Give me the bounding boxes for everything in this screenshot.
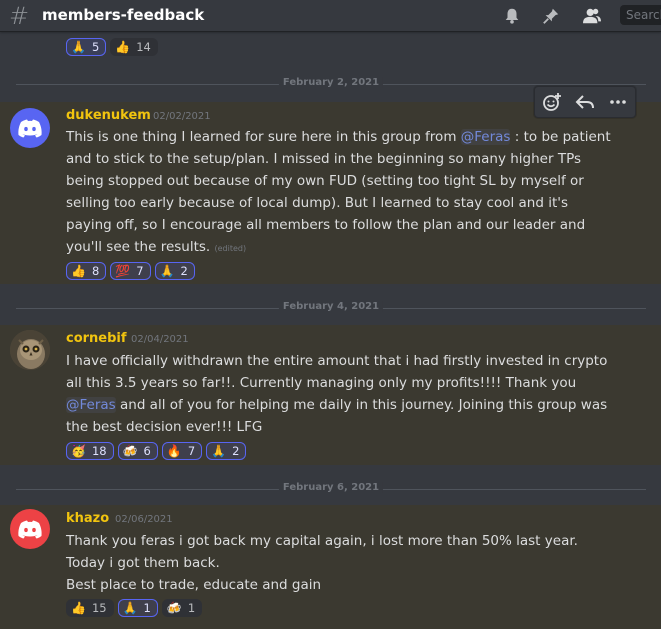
avatar[interactable] <box>10 330 50 370</box>
beers-emoji: 🍻 <box>166 601 182 615</box>
reaction-pray[interactable]: 🙏 5 <box>66 38 107 56</box>
timestamp: 02/02/2021 <box>153 111 211 122</box>
owl-avatar-icon <box>10 330 50 370</box>
reaction-thumbs-up[interactable]: 👍 8 <box>66 262 107 280</box>
message-line: Thank you feras i got back my capital ag… <box>66 533 578 549</box>
message-content: This is one thing I learned for sure her… <box>66 126 611 260</box>
message-text: This is one thing I learned for sure her… <box>66 129 461 145</box>
timestamp: 02/06/2021 <box>115 514 173 525</box>
date-divider-label: February 2, 2021 <box>278 77 384 88</box>
reaction-beers[interactable]: 🍻 1 <box>161 599 203 617</box>
pin-icon[interactable] <box>541 7 561 25</box>
reaction-count: 18 <box>91 444 107 458</box>
date-divider-label: February 6, 2021 <box>278 482 384 493</box>
previous-reactions: 🙏 5 👍 14 <box>66 38 158 56</box>
message-reactions: 🥳 18 🍻 6 🔥 7 🙏 2 <box>66 442 247 460</box>
reply-button[interactable] <box>568 87 601 117</box>
pray-emoji: 🙏 <box>122 601 138 615</box>
message-text: I have officially withdrawn the entire a… <box>66 353 608 391</box>
date-divider-label: February 4, 2021 <box>278 301 384 312</box>
avatar[interactable] <box>10 108 50 148</box>
add-reaction-button[interactable] <box>535 87 568 117</box>
reaction-pray[interactable]: 🙏 1 <box>117 599 158 617</box>
pray-emoji: 🙏 <box>159 264 175 278</box>
add-reaction-icon <box>542 93 561 111</box>
more-options-icon <box>609 100 626 104</box>
timestamp: 02/04/2021 <box>131 334 189 345</box>
message-content: I have officially withdrawn the entire a… <box>66 350 611 438</box>
fire-emoji: 🔥 <box>166 444 182 458</box>
username[interactable]: cornebif <box>66 331 127 346</box>
reaction-party-face[interactable]: 🥳 18 <box>66 442 114 460</box>
date-divider: February 4, 2021 <box>16 301 646 312</box>
message-actions-toolbar <box>534 86 636 118</box>
reaction-thumbs-up[interactable]: 👍 14 <box>110 38 158 56</box>
reaction-count: 5 <box>91 40 100 54</box>
pray-emoji: 🙏 <box>71 40 86 54</box>
reaction-count: 1 <box>143 601 151 615</box>
thumbs-up-emoji: 👍 <box>71 601 86 615</box>
reaction-count: 8 <box>91 264 100 278</box>
reaction-pray[interactable]: 🙏 2 <box>154 262 195 280</box>
thumbs-up-emoji: 👍 <box>71 264 86 278</box>
reaction-count: 14 <box>136 40 151 54</box>
discord-logo-icon <box>18 520 42 539</box>
message-line: Best place to trade, educate and gain <box>66 577 322 593</box>
username[interactable]: khazo <box>66 511 109 526</box>
reaction-count: 15 <box>91 601 107 615</box>
reaction-pray[interactable]: 🙏 2 <box>206 442 247 460</box>
reaction-count: 1 <box>187 601 196 615</box>
reaction-count: 2 <box>180 264 188 278</box>
reaction-count: 7 <box>187 444 196 458</box>
message-reactions: 👍 15 🙏 1 🍻 1 <box>66 599 203 617</box>
user-mention[interactable]: @Feras <box>66 397 116 413</box>
pray-emoji: 🙏 <box>211 444 227 458</box>
reaction-count: 2 <box>232 444 240 458</box>
message-text: : to be patient and to stick to the setu… <box>66 129 611 255</box>
beers-emoji: 🍻 <box>122 444 138 458</box>
reaction-fire[interactable]: 🔥 7 <box>161 442 203 460</box>
avatar[interactable] <box>10 509 50 549</box>
hundred-emoji: 💯 <box>115 264 131 278</box>
message-text: and all of you for helping me daily in t… <box>66 397 608 435</box>
date-divider: February 2, 2021 <box>16 77 646 88</box>
message-line: Today i got them back. <box>66 555 220 571</box>
message-content: Thank you feras i got back my capital ag… <box>66 530 611 596</box>
reaction-count: 7 <box>136 264 144 278</box>
channel-hash-icon: # <box>9 2 30 30</box>
reaction-count: 6 <box>143 444 151 458</box>
date-divider: February 6, 2021 <box>16 482 646 493</box>
discord-logo-icon <box>18 119 42 138</box>
message-reactions: 👍 8 💯 7 🙏 2 <box>66 262 195 280</box>
channel-name: members-feedback <box>42 6 205 24</box>
channel-header: # members-feedback Search <box>0 0 661 32</box>
edited-marker: (edited) <box>214 244 247 253</box>
reaction-hundred[interactable]: 💯 7 <box>110 262 151 280</box>
reply-icon <box>575 95 594 109</box>
user-mention[interactable]: @Feras <box>460 129 511 145</box>
reaction-beers[interactable]: 🍻 6 <box>117 442 158 460</box>
search-input[interactable]: Search <box>620 5 661 25</box>
username[interactable]: dukenukem <box>66 108 151 123</box>
member-list-icon[interactable] <box>581 7 603 25</box>
party-face-emoji: 🥳 <box>71 444 86 458</box>
reaction-thumbs-up[interactable]: 👍 15 <box>66 599 114 617</box>
notification-bell-icon[interactable] <box>502 7 522 25</box>
more-options-button[interactable] <box>601 87 634 117</box>
thumbs-up-emoji: 👍 <box>115 40 131 54</box>
